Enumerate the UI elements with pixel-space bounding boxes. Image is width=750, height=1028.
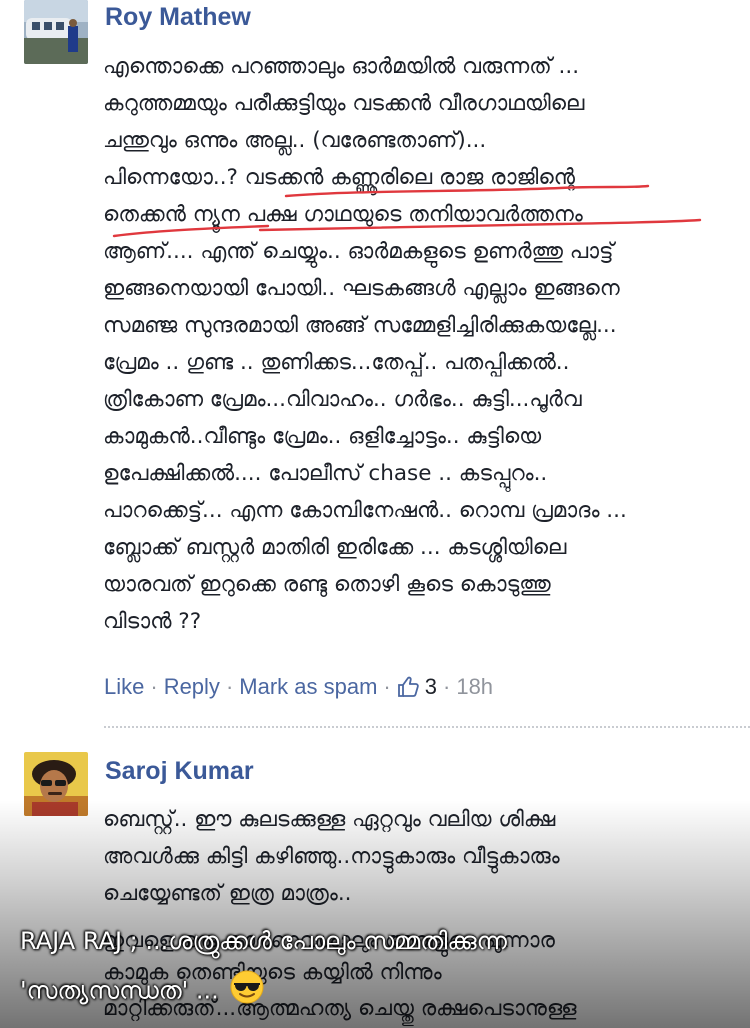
separator-dot: · [443,674,451,699]
separator-dot: · [150,674,158,699]
comment-text-line: ബ്ലോക്ക് ബസ്റ്റർ മാതിരി ഇരിക്കേ ... കടശ്… [103,535,567,560]
comment-text-line: ബെസ്റ്റ്.. ഈ കുലടക്കുള്ള ഏറ്റവും വലിയ ശി… [103,807,556,832]
author-name[interactable]: Saroj Kumar [105,756,254,786]
overlay-caption-line-2: 'സത്യസന്ധത' ... [20,970,264,1013]
timestamp[interactable]: 18h [456,673,493,701]
comment-text-line: പാറക്കെട്ട്... എന്ന കോമ്പിനേഷൻ.. റൊമ്പ പ… [103,498,627,523]
like-link[interactable]: Like [104,673,144,701]
sunglasses-emoji-icon [230,970,264,1013]
separator-dot: · [225,674,234,699]
avatar-saroj-kumar[interactable] [24,752,88,816]
comment-text-line: സമഞ്ജ സുന്ദരമായി അങ്ങ് സമ്മേളിച്ചിരിക്കു… [103,313,617,338]
comment-text-line: ചെയ്യേണ്ടത് ഇത്ര മാത്രം.. [103,881,352,906]
comment-text-line: ഉപേക്ഷിക്കൽ.... പോലീസ് chase .. കടപ്പുറം… [103,461,548,486]
comment-divider [104,726,750,728]
overlay-caption-text: 'സത്യസന്ധത' ... [20,976,219,1005]
comment-text-line: അവൾക്കു കിട്ടി കഴിഞ്ഞു..നാട്ടുകാരും വീട്… [103,844,560,869]
comment-text-line: പ്രേമം .. ഗുണ്ട .. തുണിക്കട...തേപ്പ്.. പ… [103,350,570,375]
comment-actions: Like · Reply · Mark as spam · 3 · 18h [104,673,493,701]
comment-text-line: യാരവത് ഇറുക്കെ രണ്ടു തൊഴി കൂടെ കൊടുത്തു [103,572,551,597]
like-count: 3 [424,674,437,699]
comment-text-line: ത്രികോണ പ്രേമം...വിവാഹം.. ഗർഭം.. കുട്ടി.… [103,387,582,412]
overlay-caption-line-1: RAJA RAJ ; ...ശത്രുക്കൾ പോലും സമ്മതിക്കു… [20,927,507,955]
mark-as-spam-link[interactable]: Mark as spam [239,673,377,701]
red-underline-annotation [112,184,702,238]
comment-text-line: വിടാൻ ?? [103,609,202,634]
thumbs-up-icon[interactable] [397,675,421,699]
separator-dot: · [383,674,391,699]
reply-link[interactable]: Reply [164,673,220,701]
comment-text-line: കാമുകൻ..വീണ്ടും പ്രേമം.. ഒളിച്ചോട്ടം.. ക… [103,424,542,449]
comment-text-line: ഇങ്ങനെയായി പോയി.. ഘടകങ്ങൾ എല്ലാം ഇങ്ങനെ [103,276,620,301]
